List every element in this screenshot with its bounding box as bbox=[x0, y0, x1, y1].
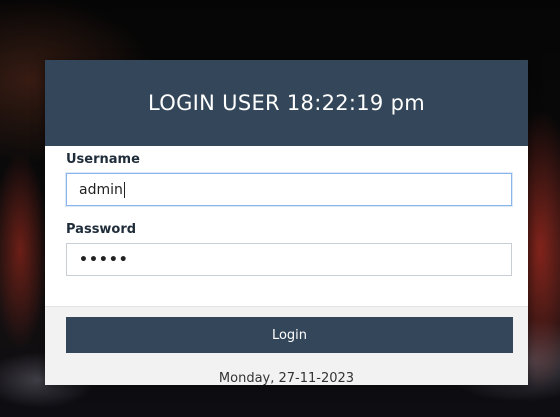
password-input[interactable]: ••••• bbox=[66, 243, 512, 276]
username-input[interactable]: admin bbox=[66, 173, 512, 206]
password-value: ••••• bbox=[79, 251, 129, 268]
login-title: LOGIN USER 18:22:19 pm bbox=[148, 91, 425, 115]
text-caret bbox=[123, 181, 125, 198]
login-button[interactable]: Login bbox=[66, 317, 513, 353]
login-header: LOGIN USER 18:22:19 pm bbox=[45, 60, 528, 146]
login-footer: Login Monday, 27-11-2023 bbox=[45, 306, 528, 386]
password-label: Password bbox=[66, 222, 137, 237]
login-card: LOGIN USER 18:22:19 pm Username admin Pa… bbox=[45, 60, 528, 386]
username-value: admin bbox=[79, 181, 123, 198]
date-text: Monday, 27-11-2023 bbox=[218, 371, 355, 386]
username-label: Username bbox=[66, 152, 140, 167]
login-form: Username admin Password ••••• bbox=[45, 146, 528, 276]
